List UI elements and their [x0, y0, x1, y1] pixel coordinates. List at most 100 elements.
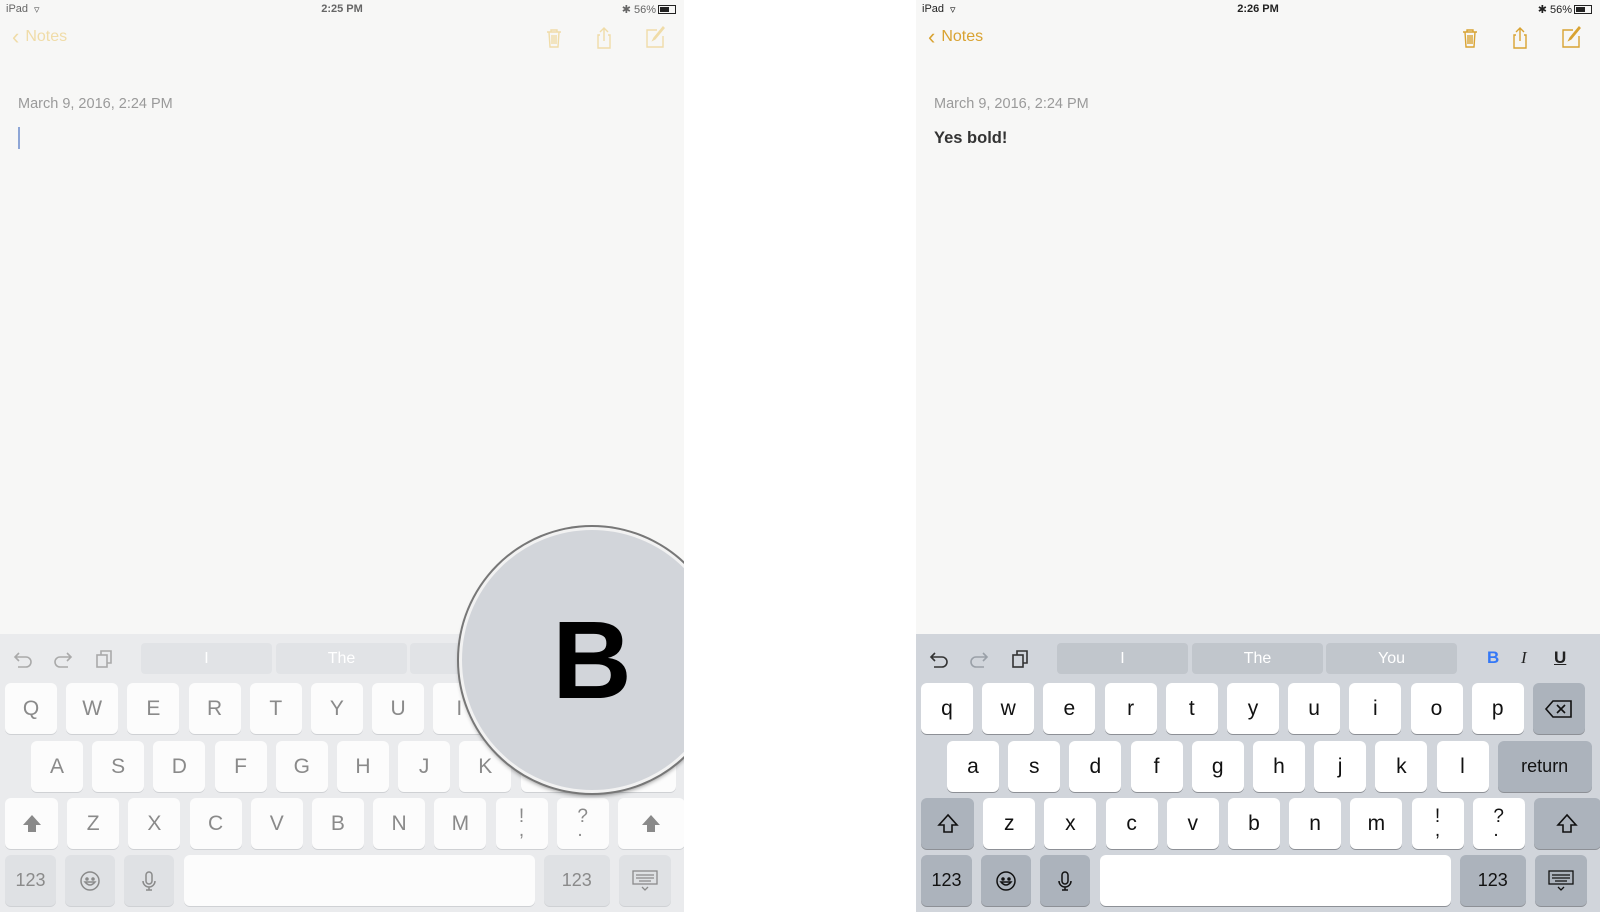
back-button[interactable]: ‹ Notes [928, 26, 983, 48]
key-b[interactable]: B [311, 798, 364, 849]
key-k[interactable]: k [1375, 741, 1428, 792]
backspace-key[interactable] [1532, 683, 1585, 734]
share-button[interactable] [1508, 26, 1532, 50]
space-bar[interactable] [183, 855, 535, 906]
shift-key[interactable] [617, 798, 684, 849]
space-bar[interactable] [1099, 855, 1451, 906]
key-s[interactable]: S [92, 741, 145, 792]
key-e[interactable]: E [127, 683, 180, 734]
trash-button[interactable] [1458, 26, 1482, 50]
mic-key[interactable] [1040, 855, 1091, 906]
hide-keyboard-key[interactable] [1534, 855, 1587, 906]
key-h[interactable]: h [1252, 741, 1305, 792]
key-u[interactable]: u [1288, 683, 1341, 734]
key-h[interactable]: H [336, 741, 389, 792]
key-w[interactable]: W [66, 683, 119, 734]
hide-keyboard-key[interactable] [618, 855, 671, 906]
key-y[interactable]: Y [310, 683, 363, 734]
paste-button[interactable] [93, 648, 115, 670]
undo-button[interactable] [928, 648, 950, 670]
bluetooth-icon: ✱ [1537, 4, 1550, 16]
trash-button[interactable] [542, 26, 566, 50]
redo-button[interactable] [968, 648, 990, 670]
chevron-left-icon: ‹ [12, 24, 20, 49]
keyboard-row: 123 123 [5, 855, 671, 906]
battery-icon [1574, 5, 1592, 14]
key-a[interactable]: A [31, 741, 83, 792]
key-z[interactable]: z [983, 798, 1036, 849]
back-button[interactable]: ‹ Notes [12, 26, 67, 48]
punctuation-key[interactable]: ? . [556, 798, 609, 849]
key-v[interactable]: V [250, 798, 303, 849]
suggestion-1[interactable]: I [1057, 643, 1188, 674]
key-d[interactable]: D [153, 741, 206, 792]
key-g[interactable]: G [275, 741, 328, 792]
key-j[interactable]: j [1314, 741, 1367, 792]
emoji-key[interactable] [981, 855, 1032, 906]
key-i[interactable]: i [1349, 683, 1402, 734]
note-body[interactable]: Yes bold! [934, 129, 1007, 148]
key-t[interactable]: T [249, 683, 302, 734]
keyboard-row: a s d f g h j k l return [947, 741, 1592, 792]
navigation-bar: ‹ Notes [916, 24, 1600, 54]
key-j[interactable]: J [398, 741, 451, 792]
suggestion-2[interactable]: The [276, 643, 407, 674]
key-l[interactable]: l [1436, 741, 1489, 792]
paste-button[interactable] [1009, 648, 1031, 670]
key-b[interactable]: b [1227, 798, 1280, 849]
key-m[interactable]: m [1350, 798, 1403, 849]
numbers-key[interactable]: 123 [1459, 855, 1526, 906]
navigation-bar: ‹ Notes [0, 24, 684, 54]
key-r[interactable]: R [188, 683, 241, 734]
numbers-key[interactable]: 123 [5, 855, 56, 906]
shift-key[interactable] [1533, 798, 1600, 849]
numbers-key[interactable]: 123 [921, 855, 972, 906]
shift-key[interactable] [921, 798, 974, 849]
key-z[interactable]: Z [67, 798, 120, 849]
key-u[interactable]: U [372, 683, 425, 734]
compose-button[interactable] [643, 25, 667, 50]
suggestion-3[interactable]: You [1326, 643, 1457, 674]
suggestion-2[interactable]: The [1192, 643, 1323, 674]
key-f[interactable]: f [1130, 741, 1183, 792]
key-o[interactable]: o [1410, 683, 1463, 734]
key-x[interactable]: x [1044, 798, 1097, 849]
emoji-key[interactable] [65, 855, 116, 906]
compose-button[interactable] [1559, 25, 1583, 50]
key-w[interactable]: w [982, 683, 1035, 734]
key-g[interactable]: g [1191, 741, 1244, 792]
key-t[interactable]: t [1165, 683, 1218, 734]
key-q[interactable]: Q [5, 683, 57, 734]
key-p[interactable]: p [1471, 683, 1524, 734]
battery-icon [658, 5, 676, 14]
return-key[interactable]: return [1497, 741, 1592, 792]
punctuation-key[interactable]: ? . [1472, 798, 1525, 849]
shift-key[interactable] [5, 798, 58, 849]
numbers-key[interactable]: 123 [543, 855, 610, 906]
key-a[interactable]: a [947, 741, 999, 792]
key-n[interactable]: N [373, 798, 426, 849]
key-x[interactable]: X [128, 798, 181, 849]
key-m[interactable]: M [434, 798, 487, 849]
key-n[interactable]: n [1289, 798, 1342, 849]
key-q[interactable]: q [921, 683, 973, 734]
key-e[interactable]: e [1043, 683, 1096, 734]
key-f[interactable]: F [214, 741, 267, 792]
key-r[interactable]: r [1104, 683, 1157, 734]
undo-button[interactable] [12, 648, 34, 670]
key-d[interactable]: d [1069, 741, 1122, 792]
italic-button[interactable]: I [1521, 648, 1527, 668]
key-c[interactable]: c [1105, 798, 1158, 849]
key-y[interactable]: y [1226, 683, 1279, 734]
redo-button[interactable] [52, 648, 74, 670]
punctuation-key[interactable]: ! , [495, 798, 548, 849]
mic-key[interactable] [124, 855, 175, 906]
key-c[interactable]: C [189, 798, 242, 849]
suggestion-1[interactable]: I [141, 643, 272, 674]
bold-button[interactable]: B [1487, 648, 1499, 668]
key-s[interactable]: s [1008, 741, 1061, 792]
share-button[interactable] [592, 26, 616, 50]
key-v[interactable]: v [1166, 798, 1219, 849]
underline-button[interactable]: U [1554, 648, 1566, 668]
punctuation-key[interactable]: ! , [1411, 798, 1464, 849]
